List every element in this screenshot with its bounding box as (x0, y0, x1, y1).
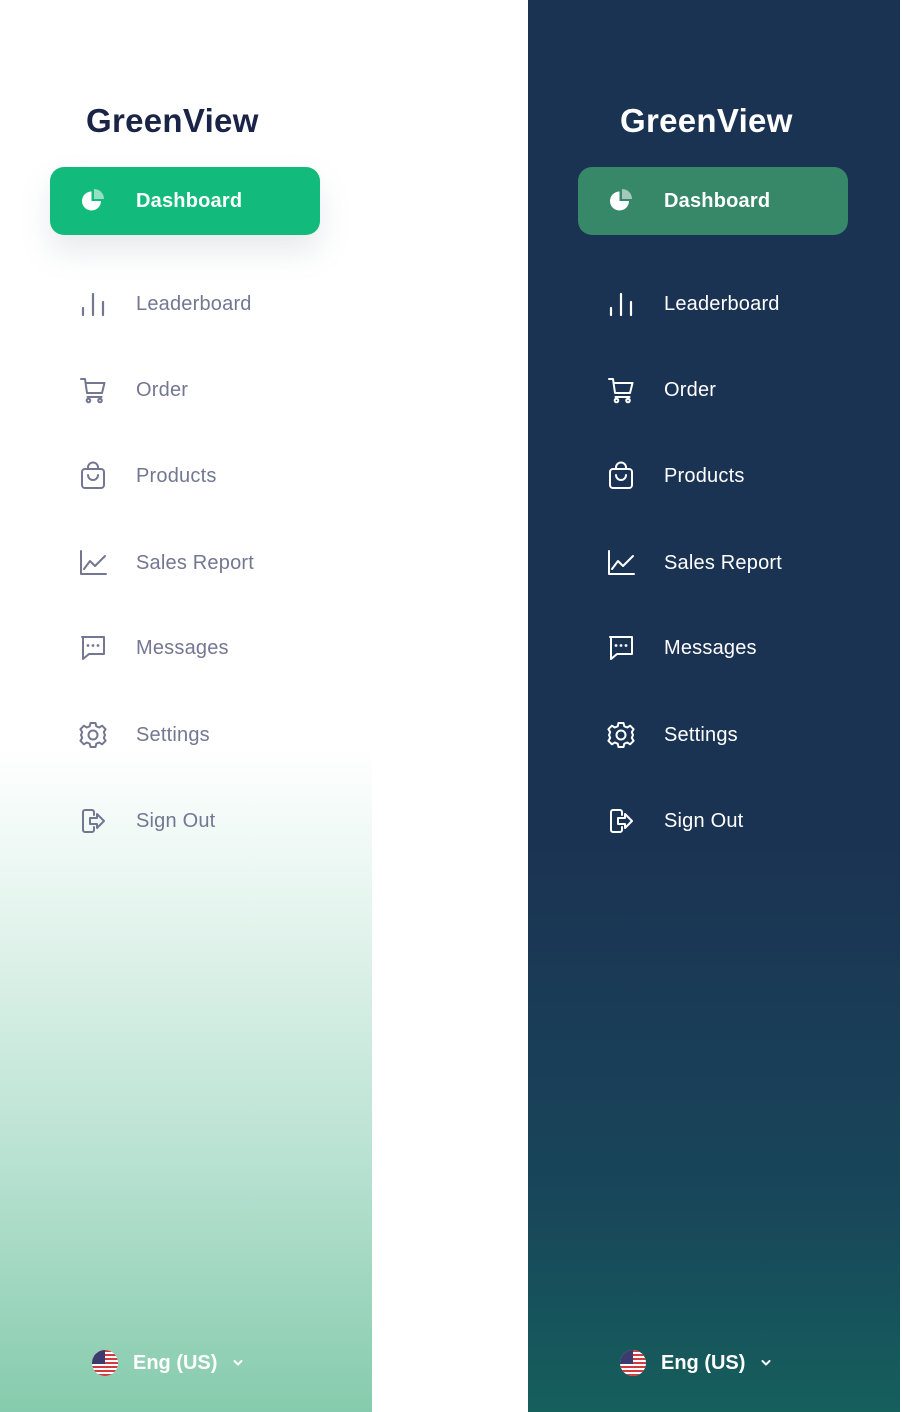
gear-icon (606, 720, 636, 750)
nav-item-label: Sales Report (136, 551, 255, 574)
nav-item-label: Dashboard (664, 189, 771, 212)
pie-chart-icon (78, 186, 108, 216)
bar-chart-icon (606, 289, 636, 319)
nav-item-label: Products (136, 464, 217, 487)
language-selector[interactable]: Eng (US) (92, 1348, 245, 1378)
cart-icon (606, 375, 636, 405)
app-logo: GreenView (620, 102, 793, 139)
nav-item-settings[interactable]: Settings (578, 701, 848, 769)
nav-item-label: Sign Out (664, 809, 744, 832)
us-flag-icon (92, 1350, 118, 1376)
nav-item-order[interactable]: Order (578, 356, 848, 424)
nav-item-label: Sign Out (136, 809, 216, 832)
cart-icon (78, 375, 108, 405)
sign-out-icon (606, 806, 636, 836)
nav-item-products[interactable]: Products (50, 442, 320, 510)
nav-item-sign-out[interactable]: Sign Out (578, 787, 848, 855)
nav-item-settings[interactable]: Settings (50, 701, 320, 769)
nav-item-label: Leaderboard (136, 292, 252, 315)
nav-item-label: Messages (136, 636, 229, 659)
app-logo: GreenView (86, 102, 259, 139)
nav-item-dashboard[interactable]: Dashboard (50, 167, 320, 235)
nav-item-order[interactable]: Order (50, 356, 320, 424)
nav-item-label: Leaderboard (664, 292, 780, 315)
nav-item-label: Order (664, 378, 717, 401)
nav-item-label: Sales Report (664, 551, 783, 574)
line-chart-icon (606, 548, 636, 578)
nav-item-label: Products (664, 464, 745, 487)
nav-item-sales-report[interactable]: Sales Report (578, 529, 848, 597)
nav-item-dashboard[interactable]: Dashboard (578, 167, 848, 235)
gear-icon (78, 720, 108, 750)
nav-item-sales-report[interactable]: Sales Report (50, 529, 320, 597)
pie-chart-icon (606, 186, 636, 216)
sidebar-dark: GreenView Dashboard Leaderboard Order Pr… (528, 0, 900, 1412)
language-label: Eng (US) (661, 1351, 746, 1374)
us-flag-icon (620, 1350, 646, 1376)
nav-item-messages[interactable]: Messages (578, 614, 848, 682)
language-selector[interactable]: Eng (US) (620, 1348, 773, 1378)
message-icon (606, 633, 636, 663)
sign-out-icon (78, 806, 108, 836)
nav-item-label: Messages (664, 636, 757, 659)
shopping-bag-icon (606, 461, 636, 491)
sidebar-light: GreenView Dashboard Leaderboard Order Pr… (0, 0, 372, 1412)
shopping-bag-icon (78, 461, 108, 491)
nav-item-leaderboard[interactable]: Leaderboard (50, 270, 320, 338)
nav-item-label: Dashboard (136, 189, 243, 212)
nav-item-sign-out[interactable]: Sign Out (50, 787, 320, 855)
nav-item-label: Settings (664, 723, 738, 746)
language-label: Eng (US) (133, 1351, 218, 1374)
chevron-down-icon (231, 1356, 245, 1370)
nav-item-label: Order (136, 378, 189, 401)
nav-item-products[interactable]: Products (578, 442, 848, 510)
nav-item-label: Settings (136, 723, 210, 746)
chevron-down-icon (759, 1356, 773, 1370)
nav-item-leaderboard[interactable]: Leaderboard (578, 270, 848, 338)
message-icon (78, 633, 108, 663)
bar-chart-icon (78, 289, 108, 319)
nav-item-messages[interactable]: Messages (50, 614, 320, 682)
line-chart-icon (78, 548, 108, 578)
